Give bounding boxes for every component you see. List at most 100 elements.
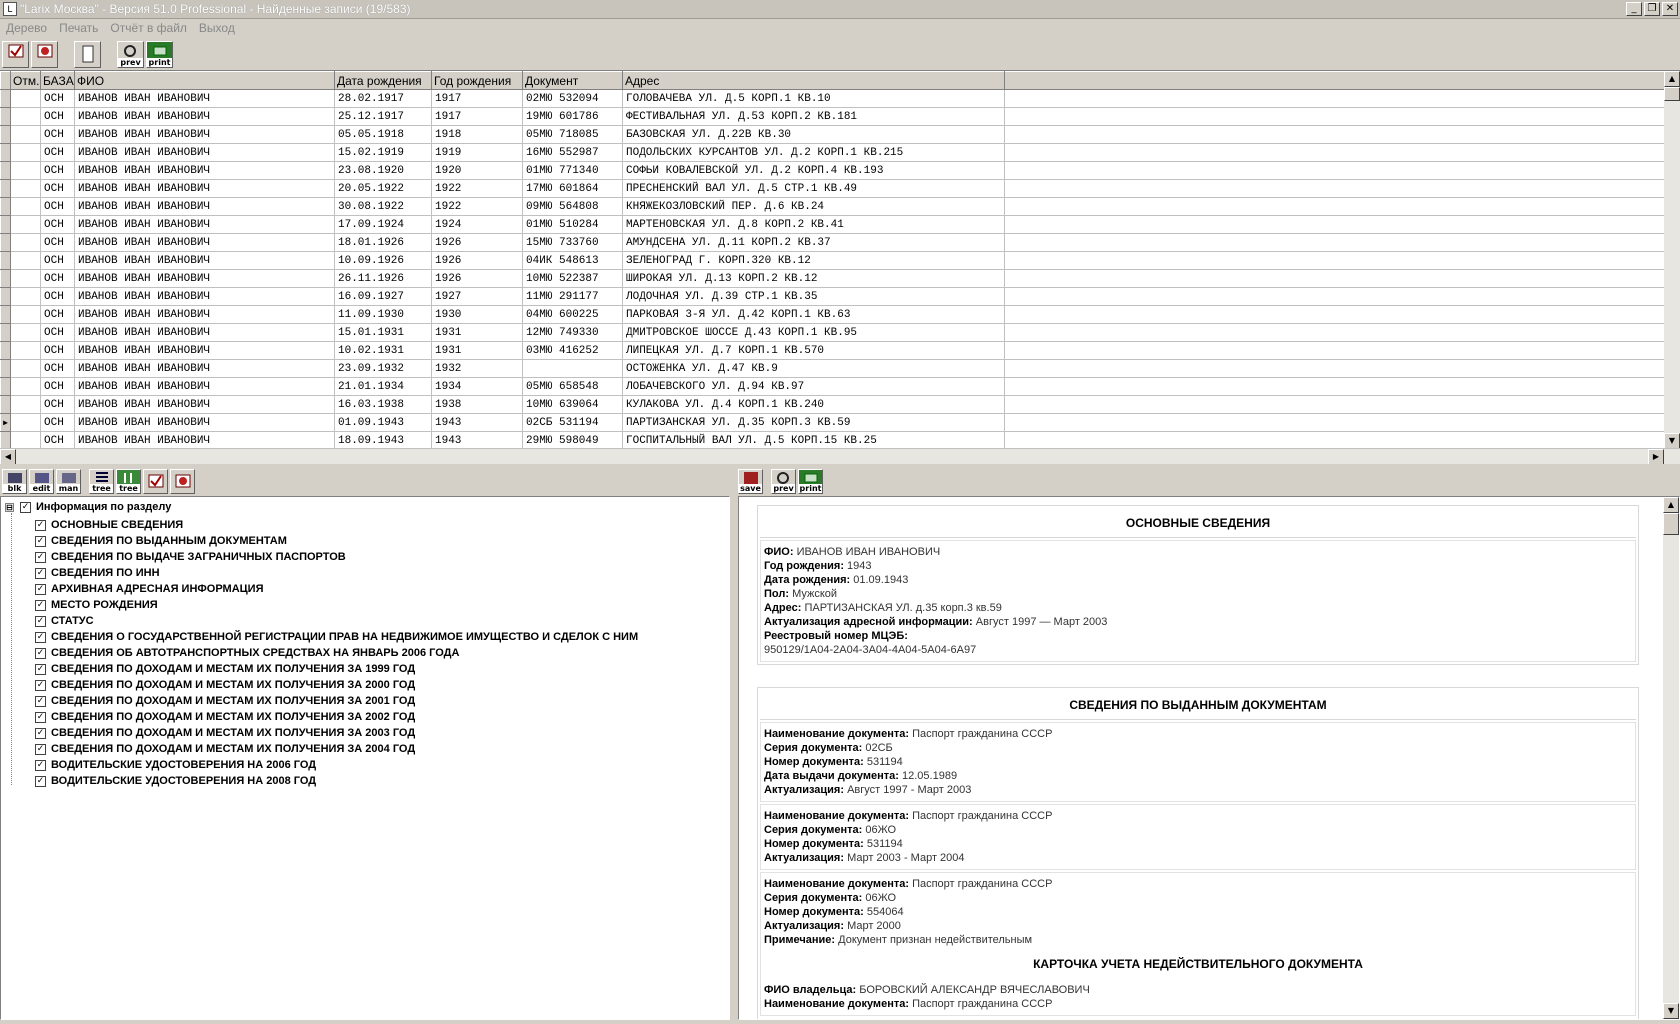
cell-birth-date[interactable]: 01.09.1943 [334,413,432,432]
cell-birth-year[interactable]: 1943 [431,413,523,432]
row-indicator[interactable] [0,125,11,144]
document-button[interactable] [74,40,101,68]
cell-birth-year[interactable]: 1917 [431,107,523,126]
cell-base[interactable]: ОСН [40,269,75,288]
menu-tree[interactable]: Дерево [6,21,47,35]
blk-button[interactable]: blk [2,468,27,494]
cell-mark[interactable] [10,251,41,270]
table-row[interactable]: ОСН ИВАНОВ ИВАН ИВАНОВИЧ 25.12.1917 1917 19М… [0,107,1665,126]
cell-address[interactable]: ПОДОЛЬСКИХ КУРСАНТОВ УЛ. Д.2 КОРП.1 КВ.2… [622,143,1005,162]
cell-birth-date[interactable]: 18.01.1926 [334,233,432,252]
cell-birth-year[interactable]: 1931 [431,341,523,360]
uncheck-all-button[interactable] [170,468,195,494]
header-document[interactable]: Документ [522,71,623,90]
cell-mark[interactable] [10,179,41,198]
cell-base[interactable]: ОСН [40,197,75,216]
cell-base[interactable]: ОСН [40,323,75,342]
cell-address[interactable]: БАЗОВСКАЯ УЛ. Д.22В КВ.30 [622,125,1005,144]
cell-document[interactable]: 19МЮ 601786 [522,107,623,126]
cell-document[interactable]: 02СБ 531194 [522,413,623,432]
cell-base[interactable]: ОСН [40,161,75,180]
tree-expand-button[interactable]: tree [89,468,114,494]
cell-base[interactable]: ОСН [40,413,75,432]
header-base[interactable]: БАЗА [40,71,75,90]
cell-address[interactable]: ПРЕСНЕНСКИЙ ВАЛ УЛ. Д.5 СТР.1 КВ.49 [622,179,1005,198]
row-indicator[interactable] [0,377,11,396]
cell-address[interactable]: СОФЬИ КОВАЛЕВСКОЙ УЛ. Д.2 КОРП.4 КВ.193 [622,161,1005,180]
preview-button[interactable]: prev [117,40,144,68]
tree-item[interactable]: ✓ СВЕДЕНИЯ ПО ДОХОДАМ И МЕСТАМ ИХ ПОЛУЧЕН… [35,725,638,741]
tree-item[interactable]: ✓ СВЕДЕНИЯ ПО ВЫДАННЫМ ДОКУМЕНТАМ [35,533,638,549]
tree-item[interactable]: ✓ СВЕДЕНИЯ О ГОСУДАРСТВЕННОЙ РЕГИСТРАЦИИ … [35,629,638,645]
cell-fio[interactable]: ИВАНОВ ИВАН ИВАНОВИЧ [74,179,335,198]
cancel-card-button[interactable] [31,40,58,68]
cell-fio[interactable]: ИВАНОВ ИВАН ИВАНОВИЧ [74,143,335,162]
tree-item[interactable]: ✓ ОСНОВНЫЕ СВЕДЕНИЯ [35,517,638,533]
cell-document[interactable]: 16МЮ 552987 [522,143,623,162]
tree-item[interactable]: ✓ СВЕДЕНИЯ ПО ДОХОДАМ И МЕСТАМ ИХ ПОЛУЧЕН… [35,693,638,709]
table-row[interactable]: ОСН ИВАНОВ ИВАН ИВАНОВИЧ 18.01.1926 1926 15М… [0,233,1665,252]
cell-document[interactable]: 04МЮ 600225 [522,305,623,324]
table-row[interactable]: ОСН ИВАНОВ ИВАН ИВАНОВИЧ 17.09.1924 1924 01М… [0,215,1665,234]
cell-fio[interactable]: ИВАНОВ ИВАН ИВАНОВИЧ [74,305,335,324]
tree-item[interactable]: ✓ АРХИВНАЯ АДРЕСНАЯ ИНФОРМАЦИЯ [35,581,638,597]
cell-document[interactable]: 05МЮ 718085 [522,125,623,144]
cell-base[interactable]: ОСН [40,395,75,414]
cell-address[interactable]: ШИРОКАЯ УЛ. Д.13 КОРП.2 КВ.12 [622,269,1005,288]
checkbox[interactable]: ✓ [35,583,46,595]
row-indicator[interactable] [0,89,11,108]
cell-birth-year[interactable]: 1922 [431,197,523,216]
cell-document[interactable]: 04ИК 548613 [522,251,623,270]
cell-birth-date[interactable]: 10.09.1926 [334,251,432,270]
restore-button[interactable]: ❐ [1644,2,1660,16]
menu-exit[interactable]: Выход [199,21,235,35]
cell-document[interactable] [522,359,623,378]
scroll-up-icon[interactable]: ▲ [1663,497,1679,513]
cell-birth-year[interactable]: 1922 [431,179,523,198]
row-indicator[interactable] [0,287,11,306]
cell-mark[interactable] [10,161,41,180]
cell-fio[interactable]: ИВАНОВ ИВАН ИВАНОВИЧ [74,89,335,108]
cell-base[interactable]: ОСН [40,251,75,270]
cell-base[interactable]: ОСН [40,107,75,126]
cell-address[interactable]: КНЯЖЕКОЗЛОВСКИЙ ПЕР. Д.6 КВ.24 [622,197,1005,216]
cell-mark[interactable] [10,215,41,234]
checkbox[interactable]: ✓ [35,711,46,723]
cell-birth-date[interactable]: 26.11.1926 [334,269,432,288]
table-row[interactable]: ОСН ИВАНОВ ИВАН ИВАНОВИЧ 28.02.1917 1917 02М… [0,89,1665,108]
checkbox[interactable]: ✓ [35,599,46,611]
detail-print-button[interactable]: print [798,468,823,494]
save-button[interactable]: save [738,468,763,494]
row-indicator[interactable] [0,143,11,162]
row-indicator[interactable] [0,197,11,216]
table-row[interactable]: ОСН ИВАНОВ ИВАН ИВАНОВИЧ 16.09.1927 1927 11М… [0,287,1665,306]
cell-fio[interactable]: ИВАНОВ ИВАН ИВАНОВИЧ [74,395,335,414]
cell-birth-date[interactable]: 16.09.1927 [334,287,432,306]
cell-document[interactable]: 17МЮ 601864 [522,179,623,198]
cell-address[interactable]: ЛОДОЧНАЯ УЛ. Д.39 СТР.1 КВ.35 [622,287,1005,306]
cell-fio[interactable]: ИВАНОВ ИВАН ИВАНОВИЧ [74,431,335,450]
cell-fio[interactable]: ИВАНОВ ИВАН ИВАНОВИЧ [74,359,335,378]
grid-horizontal-scrollbar[interactable]: ◀ ▶ [0,448,1680,464]
cell-birth-date[interactable]: 25.12.1917 [334,107,432,126]
cell-address[interactable]: ГОСПИТАЛЬНЫЙ ВАЛ УЛ. Д.5 КОРП.15 КВ.25 [622,431,1005,450]
row-indicator[interactable]: ▶ [0,413,11,432]
cell-mark[interactable] [10,287,41,306]
checkbox[interactable]: ✓ [35,695,46,707]
cell-fio[interactable]: ИВАНОВ ИВАН ИВАНОВИЧ [74,413,335,432]
table-row[interactable]: ОСН ИВАНОВ ИВАН ИВАНОВИЧ 23.09.1932 1932 ОСТ… [0,359,1665,378]
tree-item[interactable]: ✓ МЕСТО РОЖДЕНИЯ [35,597,638,613]
checkbox[interactable]: ✓ [35,679,46,691]
checkbox[interactable]: ✓ [35,615,46,627]
scroll-left-icon[interactable]: ◀ [0,449,16,464]
table-row[interactable]: ОСН ИВАНОВ ИВАН ИВАНОВИЧ 26.11.1926 1926 10М… [0,269,1665,288]
cell-fio[interactable]: ИВАНОВ ИВАН ИВАНОВИЧ [74,269,335,288]
row-indicator[interactable] [0,359,11,378]
checkbox[interactable]: ✓ [35,759,46,771]
cell-base[interactable]: ОСН [40,89,75,108]
table-row[interactable]: ОСН ИВАНОВ ИВАН ИВАНОВИЧ 15.02.1919 1919 16М… [0,143,1665,162]
scroll-down-icon[interactable]: ▼ [1664,433,1680,449]
cell-mark[interactable] [10,89,41,108]
header-birth-year[interactable]: Год рождения [431,71,523,90]
row-indicator[interactable] [0,251,11,270]
